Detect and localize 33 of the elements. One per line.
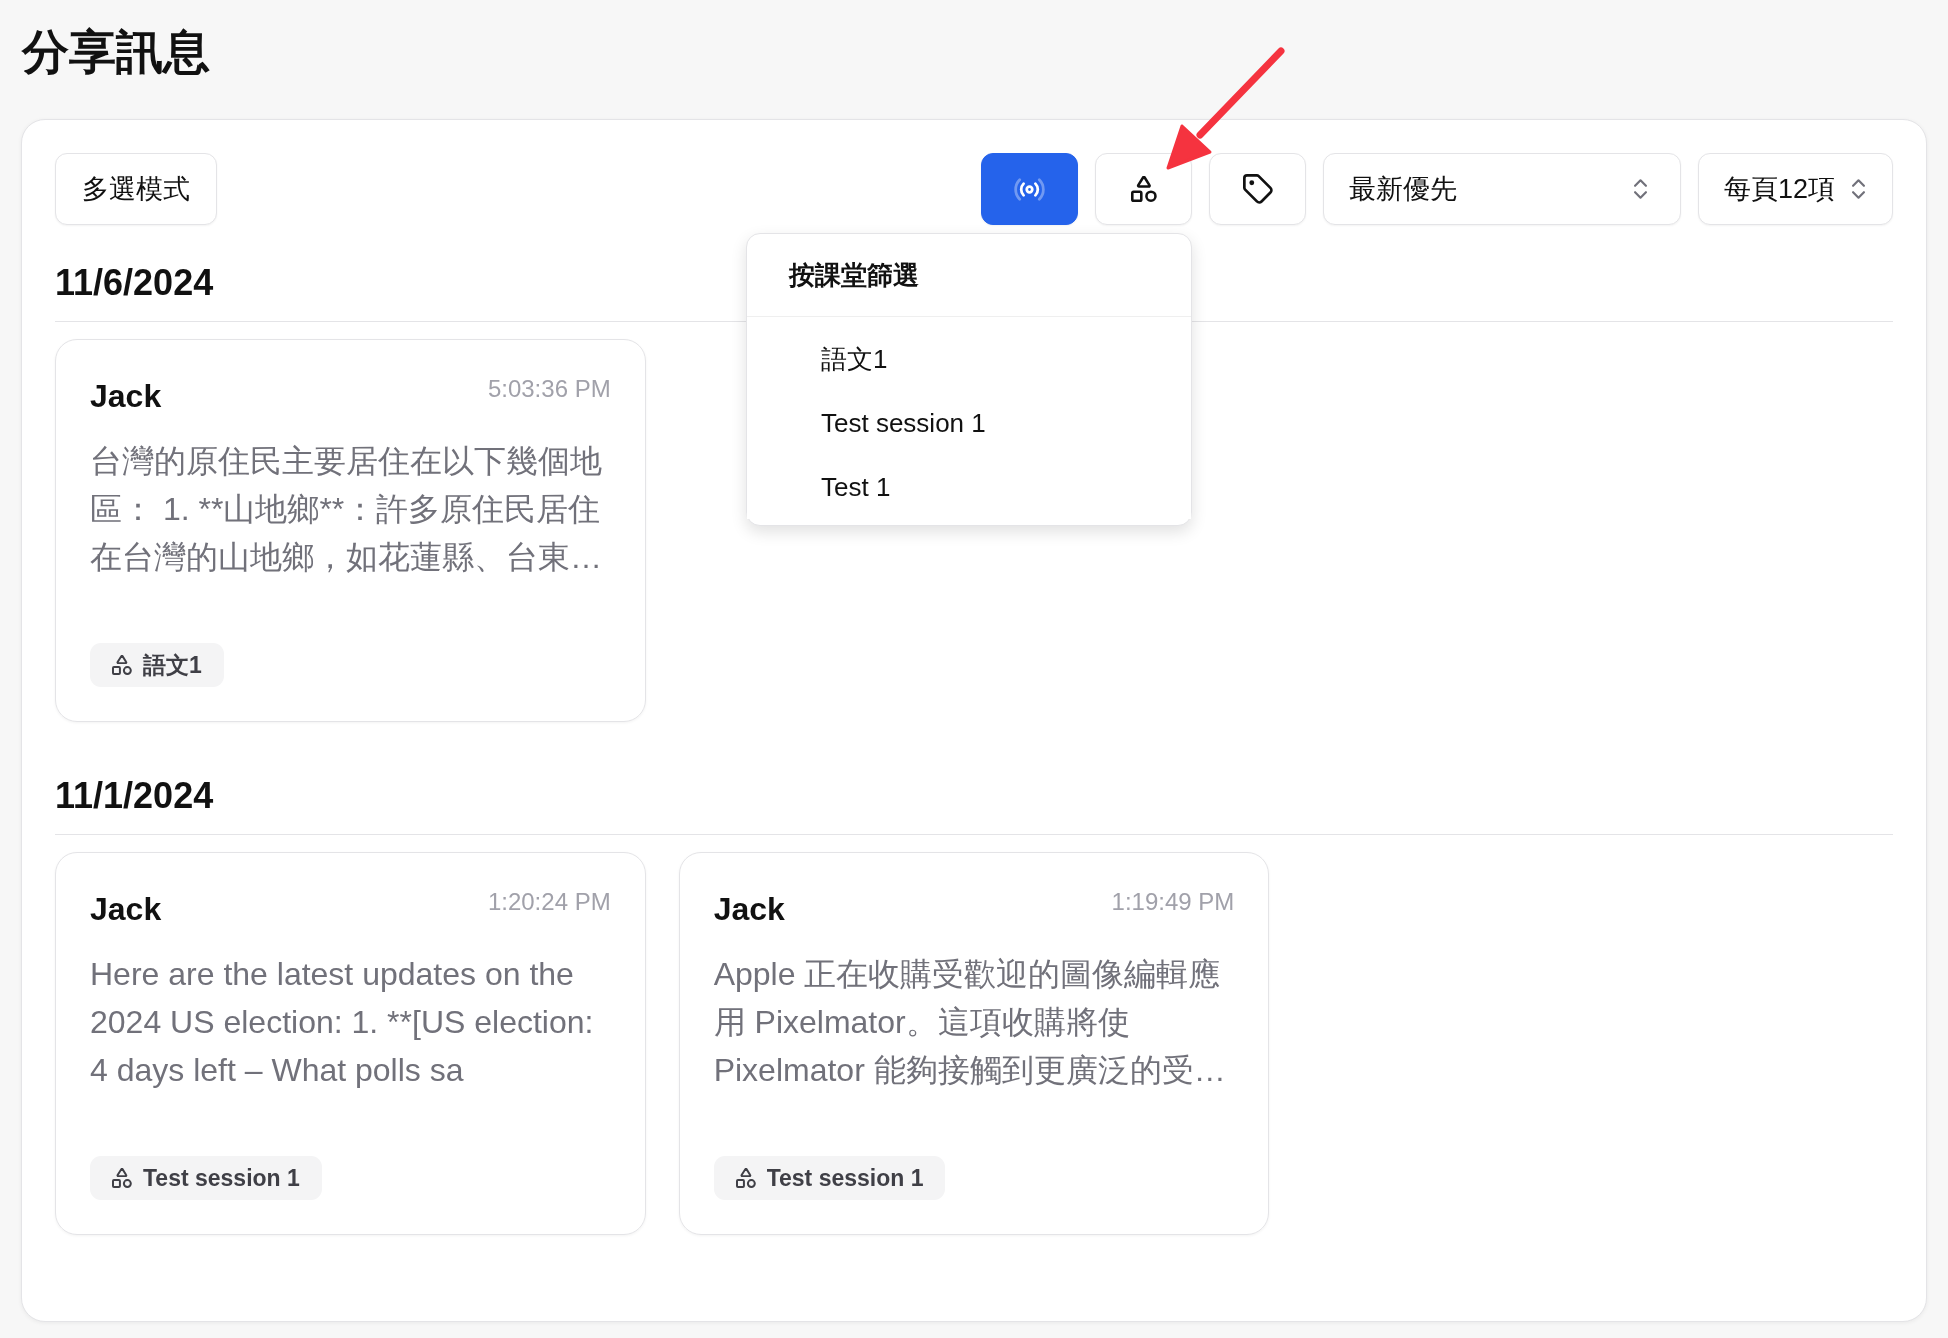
- message-text: Here are the latest updates on the 2024 US election: 1. **[US election: 4 days left – What polls sa: [90, 955, 595, 1090]
- shapes-icon: [735, 1168, 756, 1188]
- session-label: Test session 1: [143, 1164, 300, 1192]
- menu-item[interactable]: Test session 1: [747, 391, 1191, 455]
- menu-item[interactable]: 語文1: [747, 327, 1191, 391]
- session-label: Test session 1: [766, 1164, 924, 1192]
- shapes-icon: [112, 655, 132, 675]
- menu-title: 按課堂篩選: [789, 258, 919, 292]
- author-name: Jack: [90, 377, 162, 416]
- date-heading: 11/1/2024: [55, 775, 214, 816]
- date-heading: 11/6/2024: [55, 262, 214, 303]
- author-name: Jack: [90, 890, 162, 929]
- page-title: 分享訊息: [22, 24, 210, 80]
- tag-filter-button[interactable]: [1209, 153, 1306, 225]
- session-filter-button[interactable]: [1095, 153, 1192, 225]
- page-size-select[interactable]: 每頁12項: [1698, 153, 1893, 225]
- tag-icon: [1242, 174, 1273, 204]
- shapes-icon: [1130, 176, 1157, 202]
- broadcast-icon: [1014, 177, 1045, 201]
- message-time: 1:20:24 PM: [487, 889, 611, 915]
- menu-item[interactable]: Test 1: [747, 455, 1191, 519]
- author-name: Jack: [713, 890, 785, 929]
- message-time: 5:03:36 PM: [487, 376, 611, 402]
- message-time: 1:19:49 PM: [1111, 889, 1235, 915]
- sort-select[interactable]: 最新優先: [1323, 153, 1681, 225]
- message-text: Apple 正在收購受歡迎的圖像編輯應用 Pixelmator。這項收購將使 Pixelmator 能夠接觸到更廣泛的受…: [713, 955, 1227, 1090]
- session-label: 語文1: [143, 650, 202, 680]
- message-text: 台灣的原住民主要居住在以下幾個地區： 1. **山地鄉**：許多原住民居住在台灣的山地鄉，如花蓮縣、台東…: [90, 442, 603, 577]
- multi-select-button[interactable]: 多選模式: [55, 153, 217, 225]
- live-toggle-button[interactable]: [981, 153, 1078, 225]
- shapes-icon: [112, 1168, 132, 1188]
- chevrons-up-down-icon: [1852, 179, 1865, 199]
- chevrons-up-down-icon: [1634, 179, 1647, 199]
